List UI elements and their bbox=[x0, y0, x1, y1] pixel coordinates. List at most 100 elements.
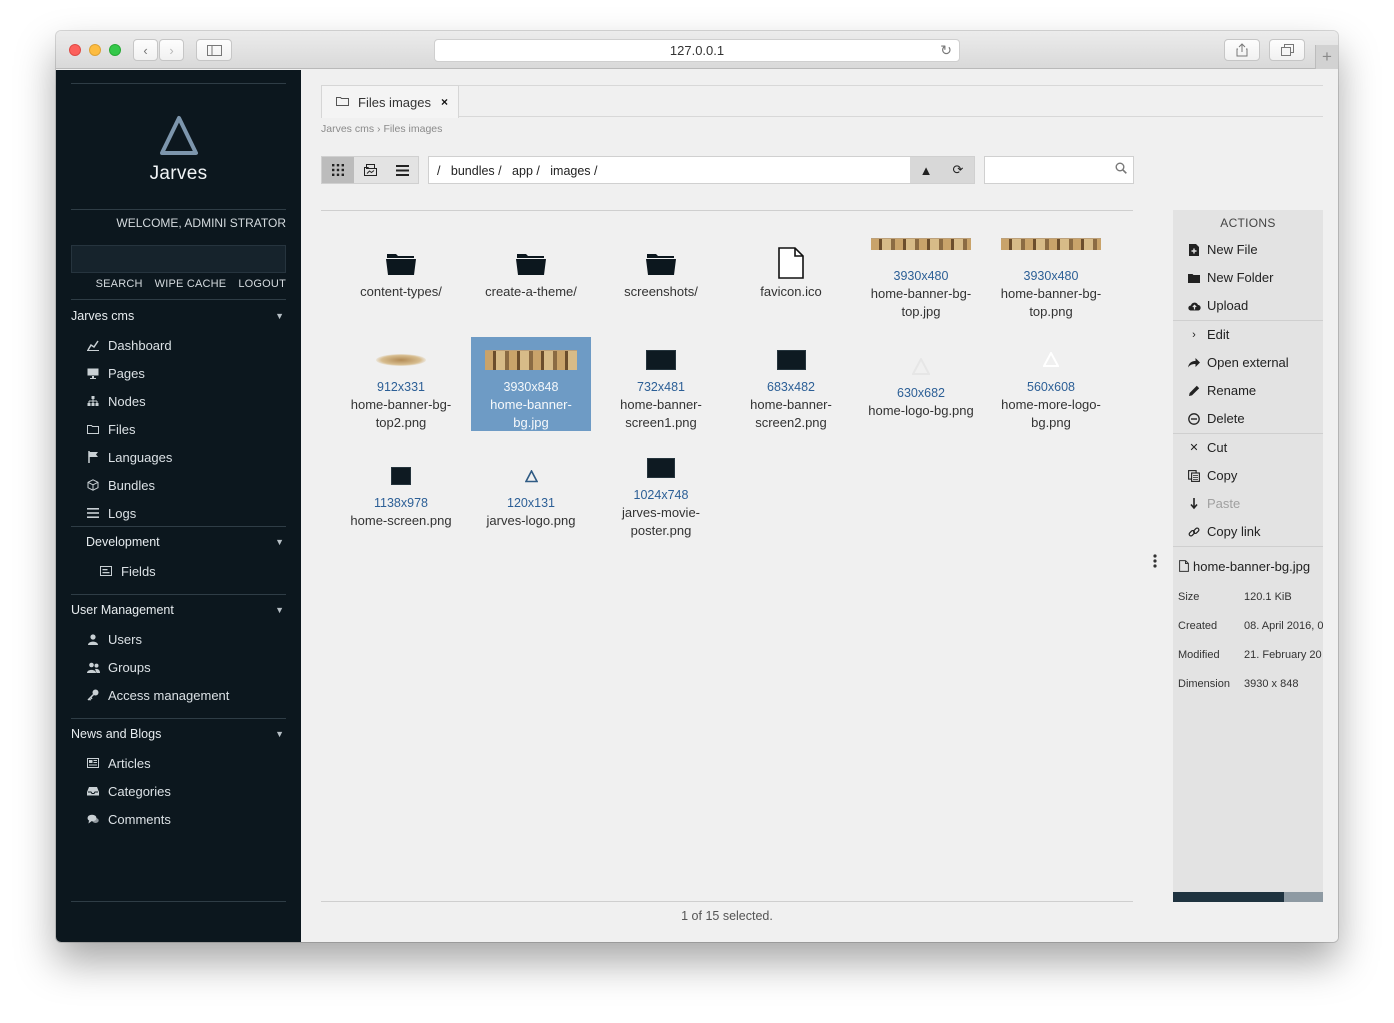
logout-link[interactable]: LOGOUT bbox=[238, 278, 286, 290]
chevron-down-icon: ▼ bbox=[275, 537, 284, 547]
action-edit[interactable]: › Edit bbox=[1173, 321, 1323, 349]
grid-view-button[interactable] bbox=[322, 157, 354, 183]
sidebar-item-logs[interactable]: Logs bbox=[86, 503, 136, 523]
sidebar-item-access-management[interactable]: Access management bbox=[86, 685, 229, 705]
gallery-view-button[interactable] bbox=[354, 157, 386, 183]
action-new-folder[interactable]: New Folder bbox=[1173, 264, 1323, 292]
tab-files-images[interactable]: Files images × bbox=[321, 85, 459, 118]
sidebar-item-dashboard[interactable]: Dashboard bbox=[86, 335, 172, 355]
sidebar-item-fields[interactable]: Fields bbox=[99, 561, 156, 581]
action-open-external[interactable]: Open external bbox=[1173, 349, 1323, 377]
file-item-home-banner-bg-top-png[interactable]: 3930x480 home-banner-bg-top.png bbox=[991, 231, 1111, 319]
file-name: screenshots/ bbox=[624, 284, 698, 299]
image-folder-icon bbox=[363, 164, 377, 176]
sidebar-item-groups[interactable]: Groups bbox=[86, 657, 151, 677]
panel-scrollbar-thumb[interactable] bbox=[1173, 892, 1284, 902]
address-bar[interactable]: 127.0.0.1 ↻ bbox=[434, 39, 960, 62]
sidebar-item-articles[interactable]: Articles bbox=[86, 753, 151, 773]
action-delete[interactable]: Delete bbox=[1173, 405, 1323, 433]
panel-scrollbar[interactable] bbox=[1173, 892, 1323, 902]
logo[interactable]: Jarves bbox=[71, 115, 286, 185]
panel-resize-handle[interactable] bbox=[1153, 554, 1157, 573]
file-item-home-banner-bg-jpg[interactable]: 3930x848 home-banner-bg.jpg bbox=[471, 337, 591, 431]
back-button[interactable]: ‹ bbox=[133, 39, 158, 61]
search-link[interactable]: SEARCH bbox=[96, 278, 143, 290]
sidebar-item-label: Dashboard bbox=[108, 337, 172, 353]
folder-icon bbox=[336, 95, 349, 109]
close-window-button[interactable] bbox=[69, 44, 81, 56]
sidebar-search-input[interactable] bbox=[71, 245, 286, 273]
file-name: favicon.ico bbox=[760, 284, 822, 299]
wipe-cache-link[interactable]: WIPE CACHE bbox=[155, 278, 227, 290]
search-icon bbox=[1115, 162, 1127, 177]
file-item-home-banner-screen2[interactable]: 683x482 home-banner-screen2.png bbox=[731, 337, 851, 431]
file-name: home-banner-bg.jpg bbox=[490, 397, 572, 430]
action-copy[interactable]: Copy bbox=[1173, 462, 1323, 490]
file-search-input[interactable] bbox=[984, 156, 1134, 184]
refresh-button[interactable]: ⟳ bbox=[942, 157, 974, 183]
nav-group-user-management[interactable]: User Management ▼ bbox=[71, 600, 286, 620]
file-item-home-banner-screen1[interactable]: 732x481 home-banner-screen1.png bbox=[601, 337, 721, 431]
go-up-button[interactable]: ▲ bbox=[910, 157, 942, 183]
file-name: home-banner-screen1.png bbox=[620, 397, 702, 430]
path-bar[interactable]: / bundles / app / images / ▲ ⟳ bbox=[428, 156, 975, 184]
forward-button[interactable]: › bbox=[159, 39, 184, 61]
sidebar-item-users[interactable]: Users bbox=[86, 629, 142, 649]
sidebar-item-nodes[interactable]: Nodes bbox=[86, 391, 146, 411]
file-item-jarves-movie-poster[interactable]: 1024x748 jarves-movie-poster.png bbox=[601, 451, 721, 545]
action-upload[interactable]: Upload bbox=[1173, 292, 1323, 320]
sidebar-item-pages[interactable]: Pages bbox=[86, 363, 145, 383]
sidebar-item-categories[interactable]: Categories bbox=[86, 781, 171, 801]
sidebar-divider bbox=[71, 299, 286, 300]
path-actions: ▲ ⟳ bbox=[910, 157, 974, 183]
sitemap-icon bbox=[86, 394, 100, 408]
image-thumbnail bbox=[991, 233, 1111, 255]
file-item-create-a-theme[interactable]: create-a-theme/ bbox=[471, 239, 591, 303]
nav-group-jarves-cms[interactable]: Jarves cms ▼ bbox=[71, 306, 286, 326]
breadcrumb-item[interactable]: Files images bbox=[383, 123, 442, 135]
file-item-home-logo-bg[interactable]: 630x682 home-logo-bg.png bbox=[861, 337, 981, 431]
file-item-home-screen[interactable]: 1138x978 home-screen.png bbox=[341, 459, 461, 539]
action-label: Cut bbox=[1207, 440, 1228, 455]
file-icon bbox=[1179, 559, 1193, 574]
sidebar-item-bundles[interactable]: Bundles bbox=[86, 475, 155, 495]
file-item-jarves-logo[interactable]: 120x131 jarves-logo.png bbox=[471, 459, 591, 539]
share-button[interactable] bbox=[1224, 39, 1260, 61]
action-rename[interactable]: Rename bbox=[1173, 377, 1323, 405]
new-folder-icon bbox=[1187, 273, 1201, 283]
form-icon bbox=[99, 564, 113, 578]
path-text[interactable]: / bundles / app / images / bbox=[437, 164, 598, 178]
sidebar-item-files[interactable]: Files bbox=[86, 419, 135, 439]
reload-icon[interactable]: ↻ bbox=[940, 42, 952, 59]
action-paste[interactable]: Paste bbox=[1173, 490, 1323, 518]
zoom-window-button[interactable] bbox=[109, 44, 121, 56]
sidebar-item-languages[interactable]: Languages bbox=[86, 447, 172, 467]
file-item-favicon[interactable]: favicon.ico bbox=[731, 239, 851, 303]
file-item-home-banner-bg-top2[interactable]: 912x331 home-banner-bg-top2.png bbox=[341, 337, 461, 431]
tabs-overview-button[interactable] bbox=[1269, 39, 1305, 61]
file-item-home-banner-bg-top-jpg[interactable]: 3930x480 home-banner-bg-top.jpg bbox=[861, 231, 981, 319]
file-name: create-a-theme/ bbox=[485, 284, 577, 299]
more-vertical-icon bbox=[1153, 554, 1157, 568]
sidebar-toggle-button[interactable] bbox=[196, 39, 232, 61]
folder-icon bbox=[471, 243, 591, 283]
minimize-window-button[interactable] bbox=[89, 44, 101, 56]
action-copy-link[interactable]: Copy link bbox=[1173, 518, 1323, 546]
nav-group-development[interactable]: Development ▼ bbox=[86, 532, 286, 552]
action-label: New Folder bbox=[1207, 270, 1274, 285]
nav-group-news-and-blogs[interactable]: News and Blogs ▼ bbox=[71, 724, 286, 744]
sidebar-divider bbox=[71, 594, 286, 595]
file-item-home-more-logo-bg[interactable]: 560x608 home-more-logo-bg.png bbox=[991, 337, 1111, 431]
image-thumbnail bbox=[991, 343, 1111, 377]
sidebar-item-comments[interactable]: Comments bbox=[86, 809, 171, 829]
new-tab-button[interactable]: + bbox=[1315, 45, 1338, 69]
list-view-button[interactable] bbox=[386, 157, 418, 183]
action-cut[interactable]: ✕ Cut bbox=[1173, 434, 1323, 462]
action-new-file[interactable]: New File bbox=[1173, 236, 1323, 264]
file-item-content-types[interactable]: content-types/ bbox=[341, 239, 461, 303]
close-icon[interactable]: × bbox=[441, 95, 448, 109]
file-item-screenshots[interactable]: screenshots/ bbox=[601, 239, 721, 303]
breadcrumb-item[interactable]: Jarves cms bbox=[321, 123, 374, 135]
tabs-icon bbox=[1280, 44, 1294, 56]
file-name: content-types/ bbox=[360, 284, 442, 299]
